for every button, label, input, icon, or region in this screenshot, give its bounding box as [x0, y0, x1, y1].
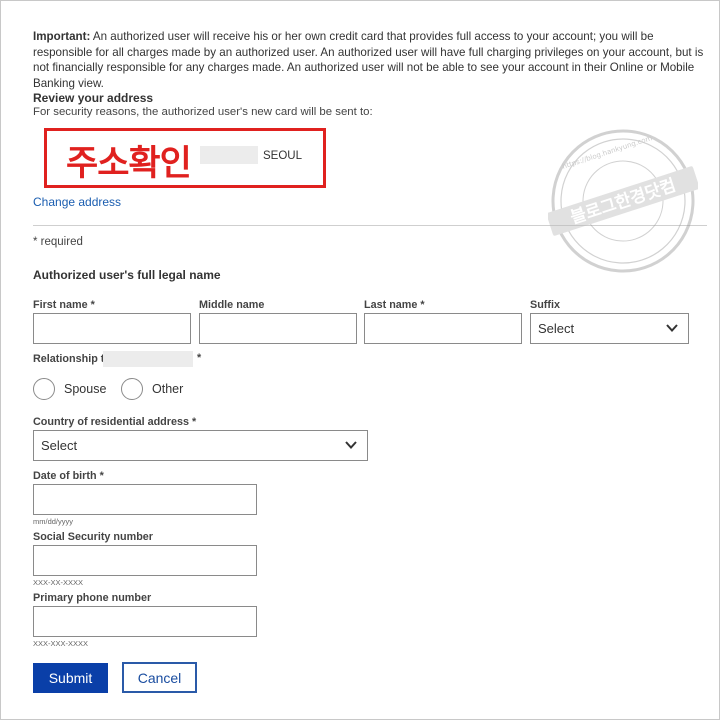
important-text: An authorized user will receive his or h…: [33, 30, 704, 90]
dob-hint: mm/dd/yyyy: [33, 517, 74, 526]
first-name-input[interactable]: [33, 313, 191, 344]
suffix-select[interactable]: Select: [530, 313, 689, 344]
country-select[interactable]: Select: [33, 430, 368, 461]
cancel-button[interactable]: Cancel: [122, 662, 197, 693]
phone-label: Primary phone number: [33, 592, 152, 604]
chevron-down-icon: [345, 441, 357, 449]
important-notice: Important: An authorized user will recei…: [33, 29, 707, 91]
first-name-label: First name *: [33, 299, 95, 311]
ssn-label: Social Security number: [33, 531, 154, 543]
ssn-input[interactable]: [33, 545, 257, 576]
middle-name-label: Middle name: [199, 299, 265, 311]
dob-input[interactable]: [33, 484, 257, 515]
change-address-link[interactable]: Change address: [33, 195, 121, 209]
phone-input[interactable]: [33, 606, 257, 637]
submit-button[interactable]: Submit: [33, 663, 108, 693]
last-name-label: Last name *: [364, 299, 425, 311]
country-label: Country of residential address *: [33, 416, 197, 428]
chevron-down-icon: [666, 324, 678, 332]
suffix-select-value: Select: [538, 321, 575, 336]
blurred-account-name: [103, 351, 193, 367]
review-address-heading: Review your address: [33, 91, 154, 105]
address-city: SEOUL: [263, 150, 302, 162]
required-note: * required: [33, 236, 83, 248]
authorized-user-heading: Authorized user's full legal name: [33, 268, 221, 282]
suffix-label: Suffix: [530, 299, 560, 311]
blurred-address: [200, 146, 258, 164]
radio-spouse[interactable]: [33, 378, 55, 400]
important-label: Important:: [33, 30, 91, 43]
radio-other[interactable]: [121, 378, 143, 400]
middle-name-input[interactable]: [199, 313, 357, 344]
phone-hint: XXX-XXX-XXXX: [33, 639, 89, 648]
dob-label: Date of birth *: [33, 470, 104, 482]
country-select-value: Select: [41, 438, 78, 453]
security-text: For security reasons, the authorized use…: [33, 106, 373, 118]
last-name-input[interactable]: [364, 313, 522, 344]
radio-spouse-label: Spouse: [64, 382, 107, 396]
watermark-stamp: 블로그한경닷컴 https://blog.hankyung.com: [548, 129, 698, 273]
radio-other-label: Other: [152, 382, 184, 396]
ssn-hint: XXX-XX-XXXX: [33, 578, 84, 587]
watermark-url: https://blog.hankyung.com: [561, 134, 653, 171]
address-annotation: 주소확인: [66, 144, 192, 184]
relationship-required-mark: *: [197, 352, 202, 364]
relationship-label: Relationship to: [33, 353, 111, 365]
